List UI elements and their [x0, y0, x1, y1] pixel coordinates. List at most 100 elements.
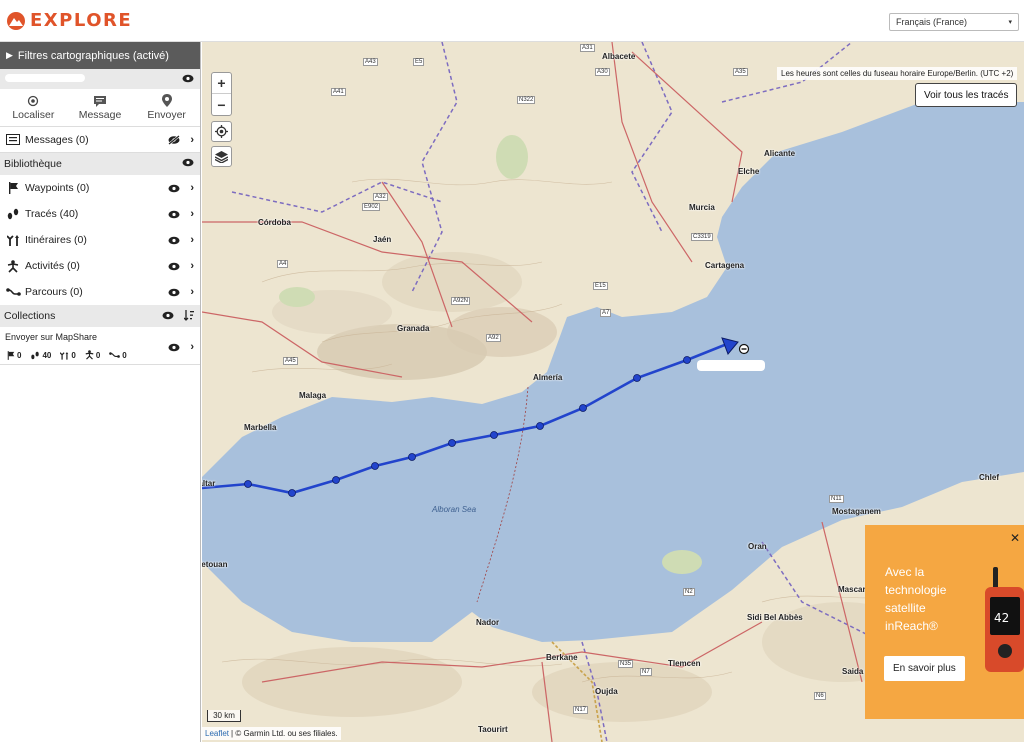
chevron-right-icon[interactable]: › — [190, 286, 194, 298]
map-filters-header[interactable]: ▶ Filtres cartographiques (activé) — [0, 42, 200, 69]
road-label: A45 — [283, 357, 298, 365]
collections-header: Collections — [0, 305, 200, 327]
city-label: Mostaganem — [832, 507, 881, 516]
city-label: Nador — [476, 618, 500, 627]
send-button[interactable]: Envoyer — [133, 89, 200, 126]
road-label: A35 — [733, 68, 748, 76]
city-label: Almería — [533, 373, 563, 382]
eye-icon[interactable] — [168, 288, 180, 297]
road-label: A92N — [451, 297, 471, 305]
road-label: E902 — [362, 203, 381, 211]
message-label: Message — [78, 108, 122, 121]
road-label: N6 — [814, 692, 826, 700]
locate-icon — [28, 95, 39, 106]
language-value: Français (France) — [896, 17, 968, 27]
city-label: Gibraltar — [202, 479, 216, 488]
library-item-routes[interactable]: Itinéraires (0) › — [0, 227, 200, 253]
layers-icon — [215, 150, 228, 163]
flag-icon — [8, 182, 18, 194]
layers-button[interactable] — [211, 146, 232, 167]
city-label: Taourirt — [478, 725, 508, 734]
send-pin-icon — [161, 94, 172, 107]
redacted-device-name — [5, 74, 85, 82]
locate-me-button[interactable] — [211, 121, 232, 142]
leaflet-link[interactable]: Leaflet — [205, 729, 229, 738]
library-header: Bibliothèque — [0, 153, 200, 175]
chevron-right-icon[interactable]: › — [190, 341, 194, 353]
view-all-tracks-button[interactable]: Voir tous les tracés — [915, 83, 1018, 107]
brand-name: EXPLORE — [30, 10, 133, 31]
stat-activities: 0 — [95, 350, 101, 360]
stat-tracks: 40 — [42, 350, 52, 360]
timezone-note: Les heures sont celles du fuseau horaire… — [777, 67, 1018, 80]
top-bar: EXPLORE Français (France) ▾ — [0, 0, 1024, 42]
eye-slash-icon[interactable] — [168, 135, 181, 145]
course-icon — [109, 352, 121, 358]
chevron-right-icon[interactable]: › — [190, 182, 194, 194]
eye-icon[interactable] — [168, 343, 180, 352]
device-actions: Localiser Message Envoyer — [0, 89, 200, 127]
eye-icon[interactable] — [168, 236, 180, 245]
footprints-icon — [7, 208, 19, 220]
activity-icon — [85, 350, 94, 360]
eye-icon[interactable] — [168, 262, 180, 271]
chevron-right-icon[interactable]: › — [190, 134, 194, 146]
learn-more-button[interactable]: En savoir plus — [884, 656, 965, 681]
eye-icon[interactable] — [168, 184, 180, 193]
stat-waypoints: 0 — [17, 350, 22, 360]
stat-routes: 0 — [71, 350, 76, 360]
city-label: Berkane — [546, 653, 578, 662]
send-label: Envoyer — [147, 109, 186, 121]
city-label: Tlemcen — [668, 659, 701, 668]
library-item-activities[interactable]: Activités (0) › — [0, 253, 200, 279]
chevron-right-icon[interactable]: › — [190, 234, 194, 246]
chevron-down-icon: ▾ — [1008, 19, 1012, 26]
library-item-courses[interactable]: Parcours (0) › — [0, 279, 200, 305]
road-label: A41 — [331, 88, 346, 96]
city-label: Cartagena — [705, 261, 745, 270]
eye-icon[interactable] — [162, 311, 174, 320]
sort-icon[interactable] — [184, 310, 194, 321]
attribution-text: | © Garmin Ltd. ou ses filiales. — [231, 729, 338, 738]
explore-logo[interactable]: EXPLORE — [6, 10, 132, 31]
road-label: A4 — [277, 260, 289, 268]
road-label: A32 — [373, 193, 388, 201]
city-label: Saida — [842, 667, 864, 676]
city-label: Murcia — [689, 203, 715, 212]
library-item-waypoints[interactable]: Waypoints (0) › — [0, 175, 200, 201]
road-label: A31 — [580, 44, 595, 52]
road-label: E15 — [593, 282, 608, 290]
chevron-right-icon[interactable]: › — [190, 260, 194, 272]
city-label: Oran — [748, 542, 767, 551]
library-item-tracks[interactable]: Tracés (40) › — [0, 201, 200, 227]
play-triangle-icon: ▶ — [6, 50, 13, 60]
city-label: Albacete — [602, 52, 636, 61]
city-label: Córdoba — [258, 218, 291, 227]
eye-icon[interactable] — [182, 74, 194, 83]
close-icon[interactable]: ✕ — [1010, 531, 1020, 545]
sidebar: ▶ Filtres cartographiques (activé) Local… — [0, 42, 201, 742]
locate-label: Localiser — [12, 108, 55, 121]
message-icon — [94, 95, 106, 107]
city-label: Malaga — [299, 391, 327, 400]
chevron-right-icon[interactable]: › — [190, 208, 194, 220]
routes-label: Itinéraires (0) — [25, 234, 87, 246]
map-filters-label: Filtres cartographiques (activé) — [17, 49, 169, 62]
zoom-in-button[interactable]: + — [212, 73, 231, 94]
zoom-out-button[interactable]: − — [212, 94, 231, 115]
collections-label: Collections — [4, 310, 56, 322]
eye-icon[interactable] — [182, 158, 194, 167]
device-row[interactable] — [0, 69, 200, 89]
map-canvas[interactable]: Albacete Alicante Elche Murcia Cartagena… — [202, 42, 1024, 742]
language-select[interactable]: Français (France) ▾ — [889, 13, 1019, 31]
city-label: Granada — [397, 324, 430, 333]
message-button[interactable]: Message — [67, 89, 134, 126]
scale-bar: 30 km — [207, 710, 241, 722]
road-label: N17 — [573, 706, 589, 714]
messages-row[interactable]: Messages (0) › — [0, 127, 200, 153]
mapshare-collection[interactable]: Envoyer sur MapShare 0 40 0 0 0 › — [0, 327, 200, 365]
city-label: Marbella — [244, 423, 277, 432]
footprints-icon — [31, 351, 40, 359]
eye-icon[interactable] — [168, 210, 180, 219]
locate-button[interactable]: Localiser — [0, 89, 67, 126]
